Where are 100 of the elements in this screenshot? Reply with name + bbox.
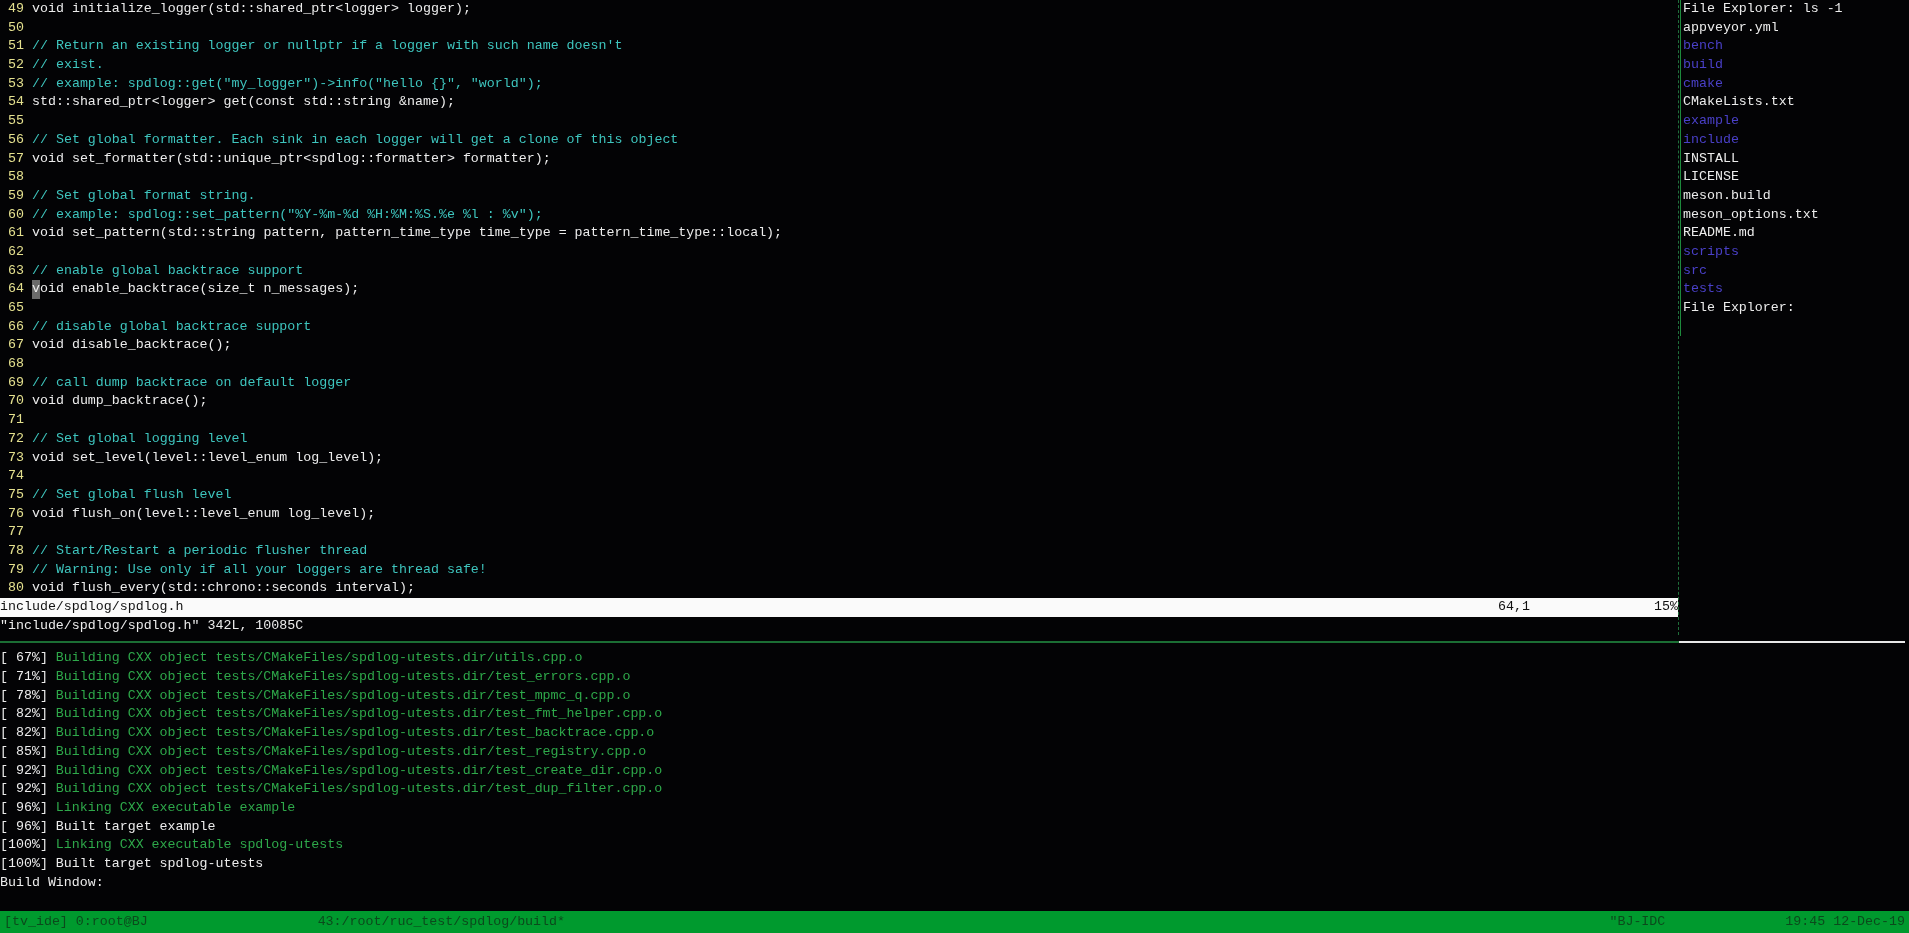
- code-comment: // Set global flush level: [32, 485, 232, 504]
- explorer-prompt: File Explorer:: [1683, 299, 1795, 317]
- build-message: Built target spdlog-utests: [54, 854, 264, 873]
- line-number: 57: [7, 149, 24, 168]
- line-number: 74: [7, 467, 24, 486]
- clock: 19:45 12-Dec-19: [1785, 913, 1905, 931]
- line-number: 78: [7, 541, 24, 560]
- line-number: 51: [7, 37, 24, 56]
- explorer-header: File Explorer: ls -1: [1683, 0, 1843, 18]
- line-number: 67: [7, 336, 24, 355]
- line-number: 55: [7, 112, 24, 131]
- code-comment: // disable global backtrace support: [32, 317, 312, 336]
- line-number: 52: [7, 56, 24, 75]
- line-number: 53: [7, 74, 24, 93]
- session-info: [tv_ide] 0:root@BJ: [4, 913, 148, 931]
- line-number: 58: [7, 168, 24, 187]
- file-entry[interactable]: appveyor.yml: [1683, 18, 1779, 38]
- folder-entry[interactable]: scripts: [1683, 242, 1739, 262]
- file-entry[interactable]: INSTALL: [1683, 149, 1739, 169]
- file-entry[interactable]: meson.build: [1683, 186, 1771, 206]
- line-number: 61: [7, 224, 24, 243]
- build-message: Linking CXX executable example: [54, 798, 296, 817]
- line-number: 72: [7, 429, 24, 448]
- file-path: include/spdlog/spdlog.h: [0, 598, 185, 616]
- command-line-message: "include/spdlog/spdlog.h" 342L, 10085C: [0, 616, 304, 635]
- build-window-title: Build Window:: [0, 873, 104, 892]
- line-number: 77: [7, 523, 24, 542]
- progress-percent: [ 82%]: [0, 705, 48, 724]
- window-path: 43:/root/ruc_test/spdlog/build*: [317, 913, 565, 931]
- code-line: void set_formatter(std::unique_ptr<spdlog::formatter> formatter);: [32, 149, 551, 168]
- cursor-position: 64,1: [1498, 598, 1531, 616]
- code-line: std::shared_ptr<logger> get(const std::string &name);: [32, 93, 455, 112]
- file-entry[interactable]: LICENSE: [1683, 168, 1739, 187]
- folder-entry[interactable]: include: [1683, 130, 1739, 150]
- progress-percent: [ 92%]: [0, 780, 48, 799]
- code-line: void initialize_logger(std::shared_ptr<logger> logger);: [32, 0, 471, 18]
- folder-entry[interactable]: src: [1683, 261, 1707, 281]
- line-number: 64: [7, 280, 24, 299]
- build-message: Building CXX object tests/CMakeFiles/spdlog-utests.dir/test_fmt_helper.cpp.o: [54, 705, 663, 724]
- scroll-percent: 15%: [1653, 598, 1678, 616]
- progress-percent: [ 82%]: [0, 724, 48, 743]
- file-entry[interactable]: README.md: [1683, 224, 1755, 243]
- build-message: Building CXX object tests/CMakeFiles/spdlog-utests.dir/test_registry.cpp.o: [54, 742, 647, 761]
- progress-percent: [ 85%]: [0, 742, 48, 761]
- build-message: Built target example: [54, 817, 216, 836]
- progress-percent: [ 71%]: [0, 668, 48, 687]
- build-message: Linking CXX executable spdlog-utests: [54, 836, 344, 855]
- progress-percent: [ 92%]: [0, 761, 48, 780]
- code-comment: // Start/Restart a periodic flusher thread: [32, 541, 368, 560]
- progress-percent: [ 78%]: [0, 686, 48, 705]
- build-message: Building CXX object tests/CMakeFiles/spdlog-utests.dir/test_mpmc_q.cpp.o: [54, 686, 631, 705]
- line-number: 68: [7, 355, 24, 374]
- folder-entry[interactable]: example: [1683, 112, 1739, 131]
- code-line: void flush_on(level::level_enum log_level);: [32, 504, 376, 523]
- build-message: Building CXX object tests/CMakeFiles/spdlog-utests.dir/test_create_dir.cpp.o: [54, 761, 663, 780]
- line-number: 59: [7, 186, 24, 205]
- code-comment: // Return an existing logger or nullptr if a logger with such name doesn't: [32, 37, 623, 56]
- line-number: 62: [7, 242, 24, 261]
- code-line: void disable_backtrace();: [32, 336, 232, 355]
- line-number: 80: [7, 579, 24, 598]
- progress-percent: [100%]: [0, 854, 48, 873]
- build-message: Building CXX object tests/CMakeFiles/spdlog-utests.dir/test_backtrace.cpp.o: [54, 724, 655, 743]
- line-number: 56: [7, 130, 24, 149]
- code-comment: // enable global backtrace support: [32, 261, 304, 280]
- line-number: 69: [7, 373, 24, 392]
- file-entry[interactable]: CMakeLists.txt: [1683, 93, 1795, 113]
- file-entry[interactable]: meson_options.txt: [1683, 205, 1819, 225]
- code-line: oid enable_backtrace(size_t n_messages);: [40, 280, 360, 299]
- code-comment: // Warning: Use only if all your loggers are thread safe!: [32, 560, 487, 579]
- line-number: 71: [7, 411, 24, 430]
- code-line: void dump_backtrace();: [32, 392, 208, 411]
- line-number: 54: [7, 93, 24, 112]
- text-cursor: v: [32, 280, 40, 299]
- code-line: void set_pattern(std::string pattern, pattern_time_type time_type = pattern_time_type::local);: [32, 224, 783, 243]
- folder-entry[interactable]: bench: [1683, 37, 1723, 57]
- line-number: 50: [7, 18, 24, 37]
- build-message: Building CXX object tests/CMakeFiles/spdlog-utests.dir/test_errors.cpp.o: [54, 668, 631, 687]
- line-number: 73: [7, 448, 24, 467]
- build-message: Building CXX object tests/CMakeFiles/spdlog-utests.dir/test_dup_filter.cpp.o: [54, 780, 663, 799]
- code-comment: // example: spdlog::get("my_logger")->info("hello {}", "world");: [32, 74, 543, 93]
- code-comment: // call dump backtrace on default logger: [32, 373, 352, 392]
- code-line: void flush_every(std::chrono::seconds interval);: [32, 579, 415, 598]
- line-number: 76: [7, 504, 24, 523]
- line-number: 79: [7, 560, 24, 579]
- line-number: 65: [7, 299, 24, 317]
- code-comment: // example: spdlog::set_pattern("%Y-%m-%d %H:%M:%S.%e %l : %v");: [32, 205, 543, 224]
- code-comment: // Set global formatter. Each sink in each logger will get a clone of this object: [32, 130, 679, 149]
- folder-entry[interactable]: tests: [1683, 280, 1723, 299]
- code-comment: // Set global format string.: [32, 186, 256, 205]
- progress-percent: [100%]: [0, 836, 48, 855]
- host-name: "BJ-IDC: [1609, 913, 1666, 931]
- code-comment: // Set global logging level: [32, 429, 248, 448]
- line-number: 75: [7, 485, 24, 504]
- folder-entry[interactable]: cmake: [1683, 74, 1723, 94]
- folder-entry[interactable]: build: [1683, 56, 1723, 75]
- line-number: 49: [7, 0, 24, 18]
- progress-percent: [ 96%]: [0, 817, 48, 836]
- line-number: 60: [7, 205, 24, 224]
- line-number: 70: [7, 392, 24, 411]
- progress-percent: [ 67%]: [0, 649, 48, 668]
